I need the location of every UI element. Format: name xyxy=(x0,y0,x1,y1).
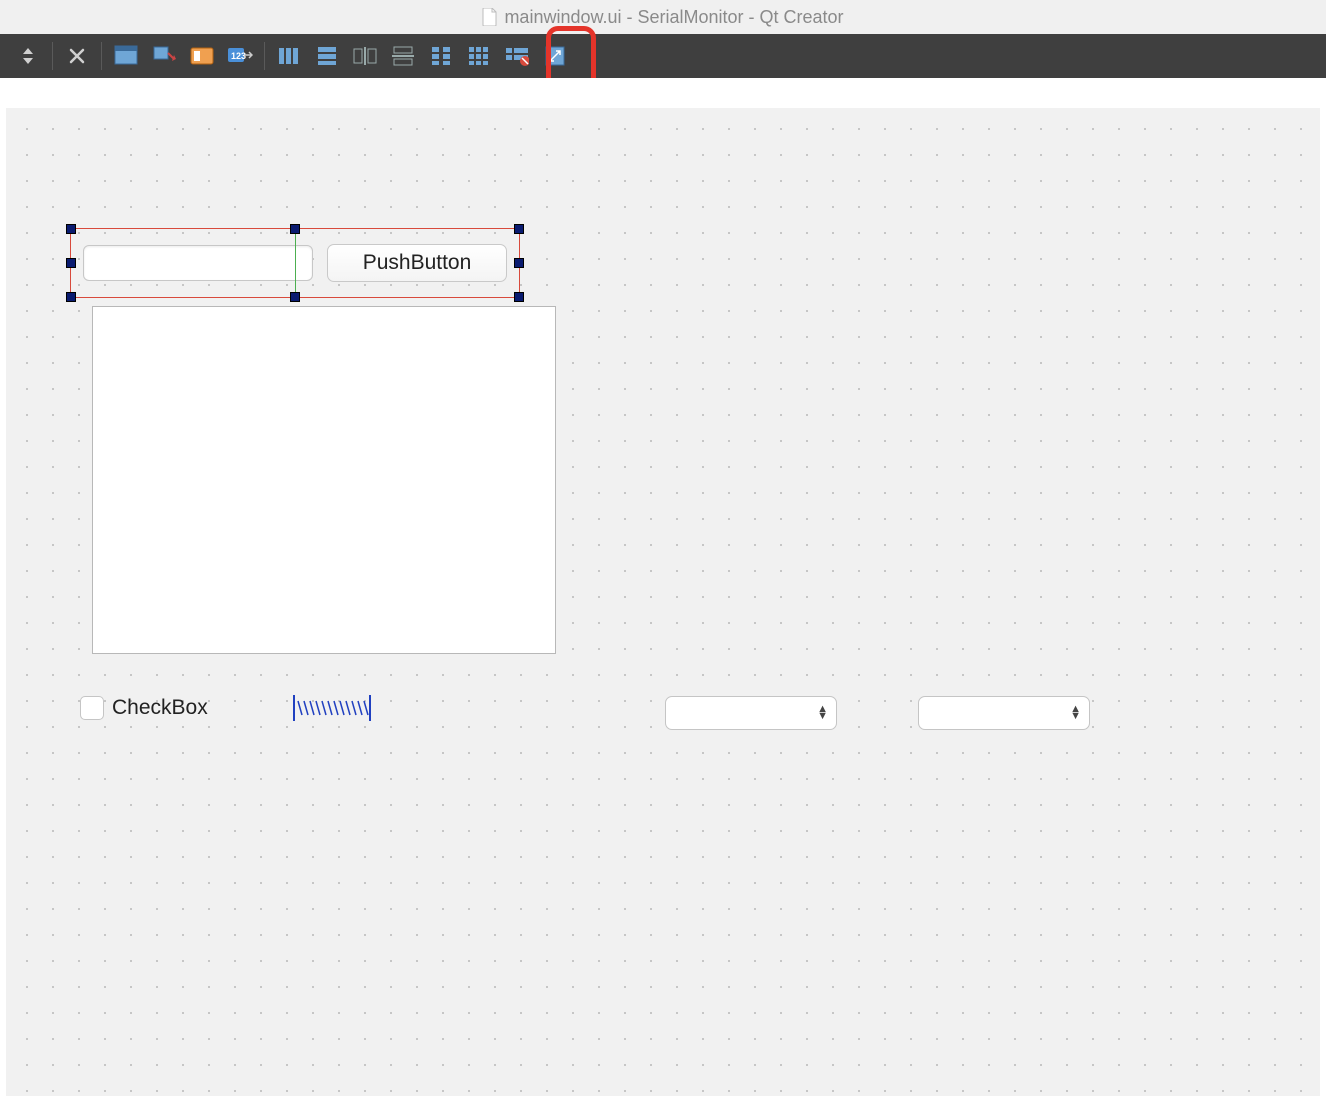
edit-tab-order-icon[interactable]: 123 xyxy=(222,38,258,74)
push-button-label: PushButton xyxy=(363,251,472,275)
file-icon xyxy=(482,8,498,26)
selected-hlayout[interactable]: PushButton xyxy=(70,228,520,298)
resize-handle[interactable] xyxy=(66,292,76,302)
up-down-icon[interactable] xyxy=(10,38,46,74)
text-edit-widget[interactable] xyxy=(92,306,556,654)
push-button-widget[interactable]: PushButton xyxy=(327,244,507,282)
layout-vertical-icon[interactable] xyxy=(309,38,345,74)
close-icon[interactable] xyxy=(59,38,95,74)
edit-signals-icon[interactable] xyxy=(146,38,182,74)
layout-horizontal-splitter-icon[interactable] xyxy=(347,38,383,74)
designer-toolbar: 123 xyxy=(0,34,1326,78)
edit-widgets-icon[interactable] xyxy=(108,38,144,74)
horizontal-spacer-widget[interactable] xyxy=(292,693,372,723)
chevron-up-down-icon: ▲▼ xyxy=(817,706,828,720)
layout-grid-2col-icon[interactable] xyxy=(423,38,459,74)
resize-handle[interactable] xyxy=(290,292,300,302)
line-edit-widget[interactable] xyxy=(83,245,313,281)
layout-vertical-splitter-icon[interactable] xyxy=(385,38,421,74)
checkbox-box[interactable] xyxy=(80,696,104,720)
resize-handle[interactable] xyxy=(514,258,524,268)
resize-handle[interactable] xyxy=(514,292,524,302)
resize-handle[interactable] xyxy=(66,258,76,268)
design-surface[interactable]: PushButton CheckBox xyxy=(0,78,1326,1096)
resize-handle[interactable] xyxy=(514,224,524,234)
edit-buddies-icon[interactable] xyxy=(184,38,220,74)
layout-form-icon[interactable] xyxy=(499,38,535,74)
separator xyxy=(101,42,102,70)
layout-horizontal-icon[interactable] xyxy=(271,38,307,74)
checkbox-label: CheckBox xyxy=(112,696,208,720)
svg-text:123: 123 xyxy=(231,51,246,61)
separator xyxy=(264,42,265,70)
layout-grid-icon[interactable] xyxy=(461,38,497,74)
resize-handle[interactable] xyxy=(66,224,76,234)
window-title: mainwindow.ui - SerialMonitor - Qt Creat… xyxy=(504,7,843,28)
checkbox-widget[interactable]: CheckBox xyxy=(80,696,208,720)
combo-box-1[interactable]: ▲▼ xyxy=(665,696,837,730)
combo-box-2[interactable]: ▲▼ xyxy=(918,696,1090,730)
adjust-size-icon[interactable] xyxy=(537,38,573,74)
window-titlebar: mainwindow.ui - SerialMonitor - Qt Creat… xyxy=(0,0,1326,34)
resize-handle[interactable] xyxy=(290,224,300,234)
separator xyxy=(52,42,53,70)
chevron-up-down-icon: ▲▼ xyxy=(1070,706,1081,720)
